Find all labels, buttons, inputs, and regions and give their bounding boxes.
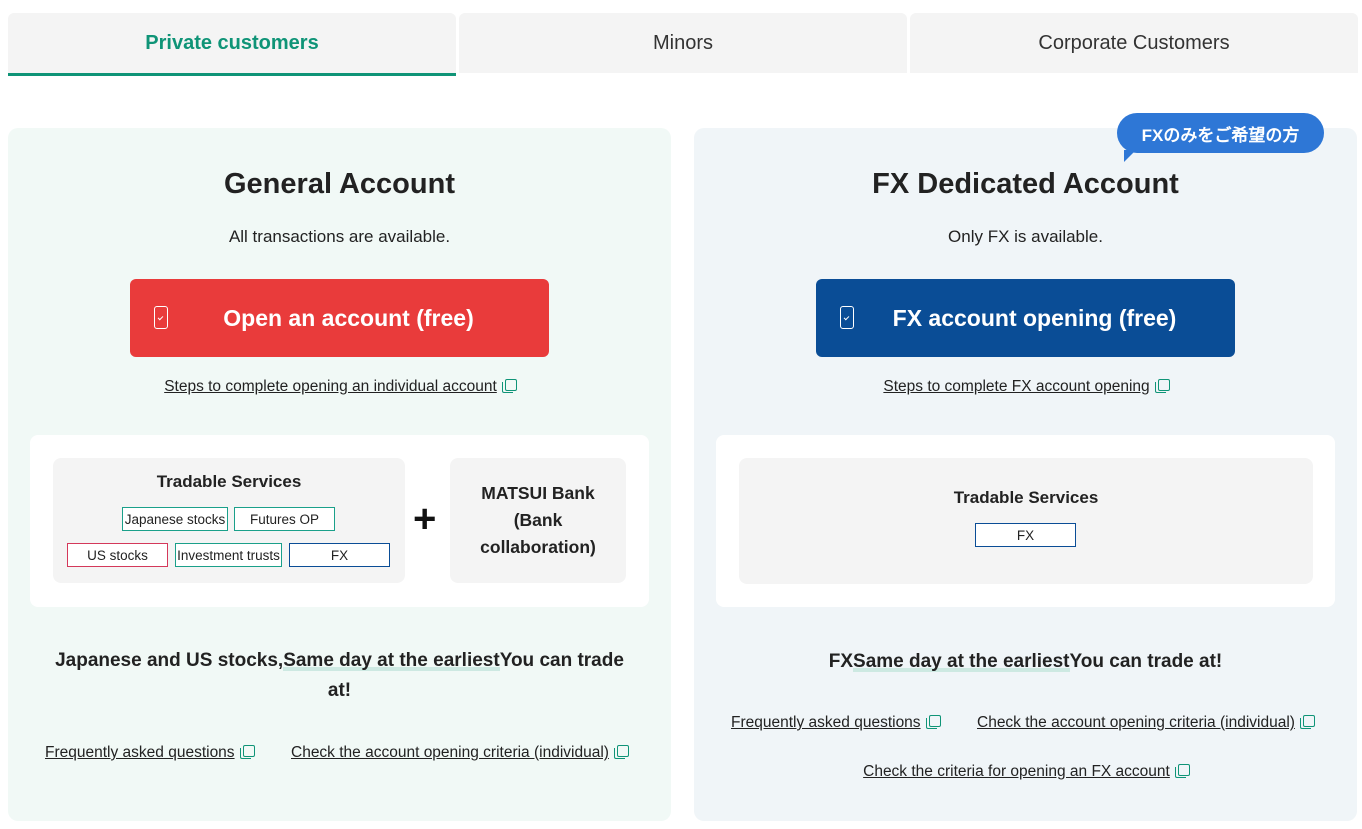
fx-faq-link[interactable]: Frequently asked questions — [731, 714, 921, 731]
fx-tradable-services-title: Tradable Services — [953, 488, 1099, 507]
general-services-box: Tradable Services Japanese stocks Future… — [30, 435, 649, 607]
service-tag-fx: FX — [289, 543, 390, 567]
fx-account-panel: FX Dedicated Account Only FX is availabl… — [694, 128, 1357, 821]
external-link-icon — [1154, 379, 1170, 393]
service-tag-futures-op: Futures OP — [234, 507, 335, 531]
fx-account-title: FX Dedicated Account — [872, 168, 1179, 200]
headline-prefix: FX — [828, 651, 854, 672]
tradable-services-card: Tradable Services Japanese stocks Future… — [53, 458, 405, 583]
tab-minors[interactable]: Minors — [459, 13, 907, 73]
headline-highlight: Same day at the earliest — [853, 651, 1070, 672]
external-link-icon — [925, 715, 941, 729]
fx-services-box: Tradable Services FX — [716, 435, 1335, 607]
fx-account-opening-criteria-link[interactable]: Check the criteria for opening an FX acc… — [863, 763, 1170, 780]
service-tag-investment-trusts: Investment trusts — [175, 543, 282, 567]
external-link-icon — [1299, 715, 1315, 729]
fx-tradable-services-card: Tradable Services FX — [739, 458, 1313, 584]
tradable-services-title: Tradable Services — [156, 472, 302, 491]
service-tag-japanese-stocks: Japanese stocks — [122, 507, 228, 531]
external-link-icon — [501, 379, 517, 393]
plus-icon: + — [413, 497, 437, 541]
headline-end: at! — [327, 680, 352, 701]
headline-prefix: Japanese and US stocks, — [55, 650, 284, 671]
individual-account-steps-link[interactable]: Steps to complete opening an individual … — [164, 378, 497, 395]
headline-suffix: You can trade — [499, 650, 624, 671]
fx-only-badge: FXのみをご希望の方 — [1117, 113, 1324, 162]
service-tag-fx: FX — [975, 523, 1076, 547]
general-account-title: General Account — [224, 168, 455, 200]
open-account-button-label: Open an account (free) — [223, 304, 474, 331]
faq-link[interactable]: Frequently asked questions — [45, 744, 235, 761]
external-link-icon — [613, 745, 629, 759]
smartphone-icon — [840, 306, 854, 329]
fx-account-steps-link[interactable]: Steps to complete FX account opening — [883, 378, 1149, 395]
external-link-icon — [239, 745, 255, 759]
account-type-tabs: Private customers Minors Corporate Custo… — [8, 13, 1358, 76]
open-account-button[interactable]: Open an account (free) — [130, 279, 549, 357]
fx-account-headline: FXSame day at the earliestYou can trade … — [694, 647, 1357, 677]
service-tag-us-stocks: US stocks — [67, 543, 168, 567]
matsui-bank-card: MATSUI Bank (Bank collaboration) — [450, 458, 626, 583]
account-criteria-link[interactable]: Check the account opening criteria (indi… — [291, 744, 609, 761]
general-account-subtitle: All transactions are available. — [228, 227, 451, 246]
fx-account-opening-button-label: FX account opening (free) — [892, 304, 1177, 331]
smartphone-icon — [154, 306, 168, 329]
headline-highlight: Same day at the earliest — [283, 650, 500, 671]
fx-account-opening-button[interactable]: FX account opening (free) — [816, 279, 1235, 357]
general-account-headline: Japanese and US stocks,Same day at the e… — [8, 646, 671, 706]
general-account-panel: General Account All transactions are ava… — [8, 128, 671, 821]
fx-account-criteria-link[interactable]: Check the account opening criteria (indi… — [977, 714, 1295, 731]
headline-suffix: You can trade at! — [1069, 651, 1223, 672]
external-link-icon — [1174, 764, 1190, 778]
tab-corporate-customers[interactable]: Corporate Customers — [910, 13, 1358, 73]
tab-private-customers[interactable]: Private customers — [8, 13, 456, 76]
fx-account-subtitle: Only FX is available. — [948, 227, 1103, 246]
